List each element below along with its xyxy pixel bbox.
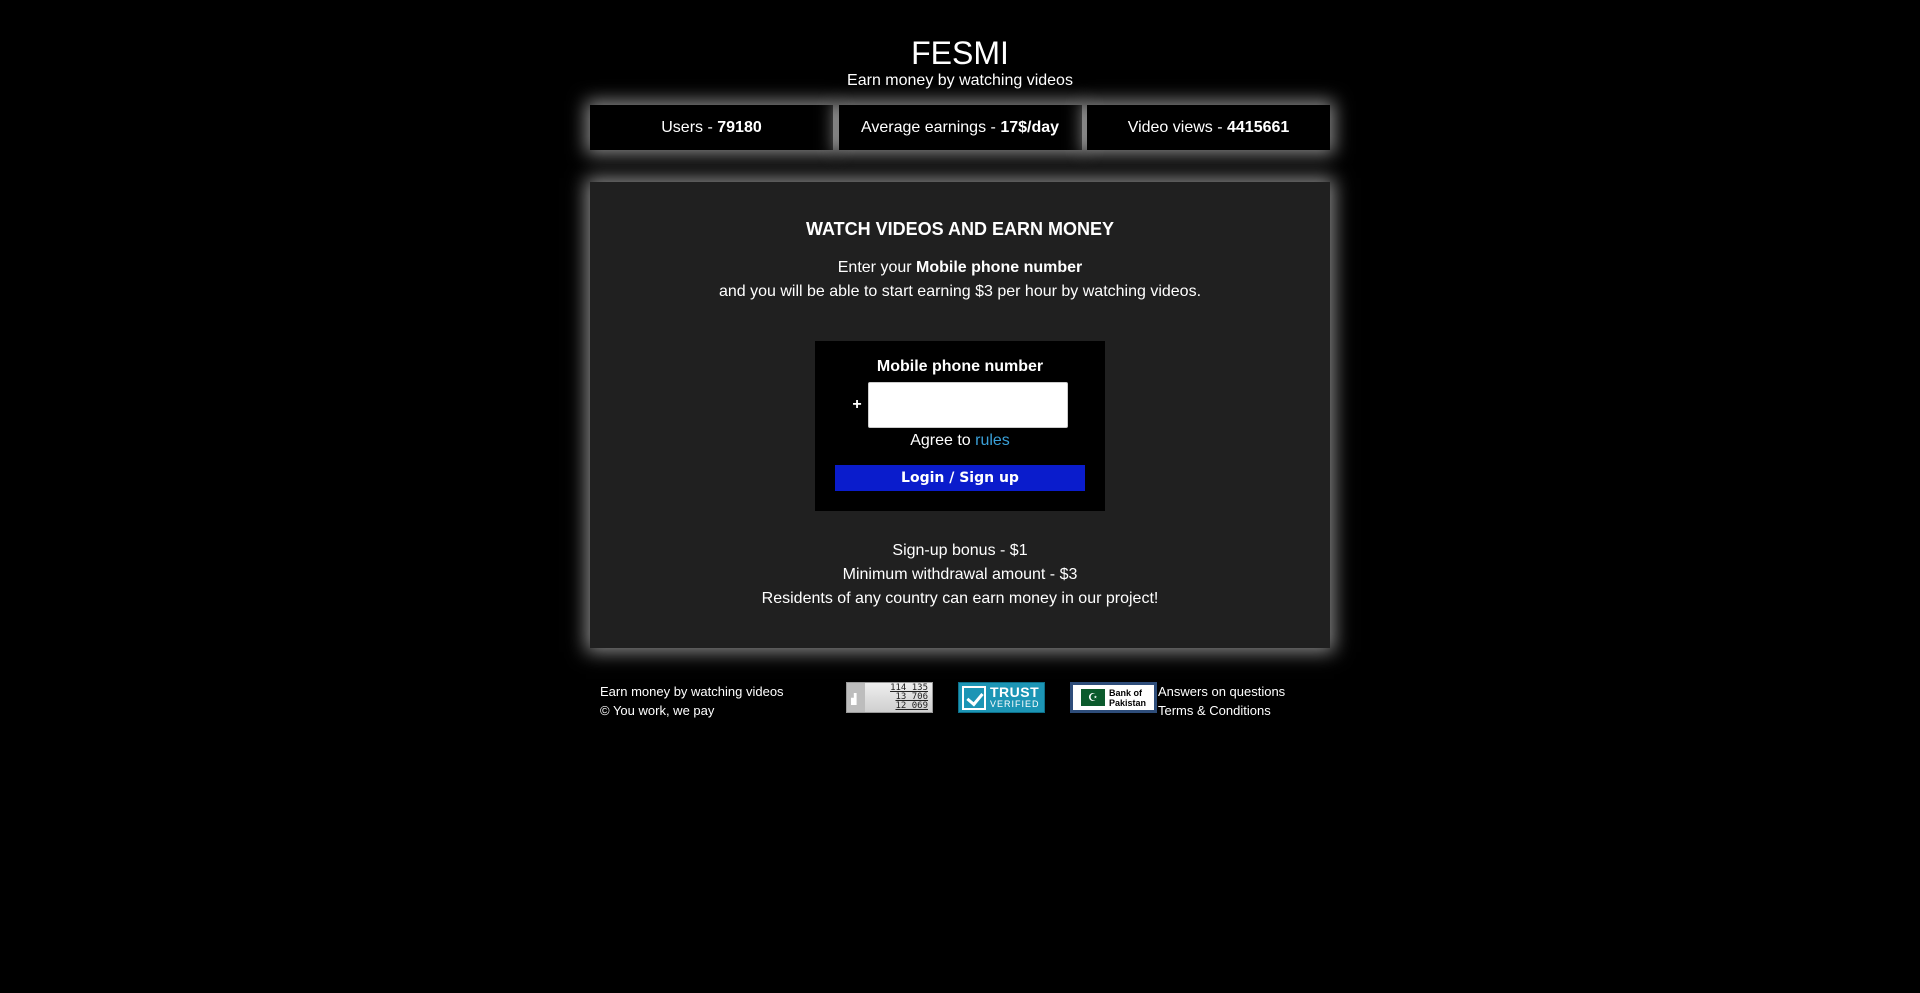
stat-views-label: Video views - <box>1127 118 1223 136</box>
stat-views-value: 4415661 <box>1227 118 1290 136</box>
stat-average-earnings: Average earnings - 17$/day <box>838 105 1082 150</box>
minimum-withdrawal: Minimum withdrawal amount - $3 <box>842 566 1078 583</box>
login-signup-button[interactable]: Login / Sign up <box>835 465 1085 491</box>
trust-sub: VERIFIED <box>990 698 1040 709</box>
bank-name: Bank of Pakistan <box>1109 688 1146 708</box>
counter-value: 12 069 <box>895 701 928 711</box>
footer-copyright: © You work, we pay <box>600 703 715 718</box>
pakistan-flag-icon: ☪ <box>1080 689 1105 706</box>
panel-heading: WATCH VIDEOS AND EARN MONEY <box>805 219 1114 239</box>
footer-tagline: Earn money by watching videos <box>600 684 784 699</box>
plus-sign: + <box>852 396 862 413</box>
bar-chart-icon <box>847 683 865 712</box>
stats-bar: Users - 79180 Average earnings - 17$/day… <box>590 105 1330 150</box>
agree-line: Agree to rules <box>835 431 1085 451</box>
phone-input[interactable] <box>867 382 1068 428</box>
stat-earnings-label: Average earnings - <box>860 118 996 136</box>
bank-of-pakistan-badge[interactable]: ☪ Bank of Pakistan <box>1070 682 1157 713</box>
trust-title: TRUST <box>990 683 1040 700</box>
footer-links: Answers on questions Terms & Conditions <box>1158 682 1285 720</box>
footer-badges: 114 135 13 706 12 069 TRUST VERIFIED ☪ B… <box>846 682 1158 713</box>
stat-earnings-value: 17$/day <box>1000 118 1060 136</box>
intro-line-1: Enter your Mobile phone number <box>590 256 1330 280</box>
bank-line-1: Bank of <box>1108 687 1142 698</box>
info-lines: Sign-up bonus - $1 Minimum withdrawal am… <box>590 539 1330 611</box>
visit-counter-badge[interactable]: 114 135 13 706 12 069 <box>846 682 933 713</box>
trust-verified-badge[interactable]: TRUST VERIFIED <box>958 682 1045 713</box>
stat-users-label: Users - <box>661 118 713 136</box>
stat-video-views: Video views - 4415661 <box>1087 105 1330 150</box>
site-footer: Earn money by watching videos © You work… <box>590 682 1330 720</box>
residents-note: Residents of any country can earn money … <box>761 590 1159 607</box>
terms-link[interactable]: Terms & Conditions <box>1158 701 1285 720</box>
site-header: FESMI Earn money by watching videos <box>590 0 1330 90</box>
checkmark-icon <box>962 685 986 710</box>
bank-line-2: Pakistan <box>1108 697 1147 708</box>
signup-bonus: Sign-up bonus - $1 <box>892 542 1028 559</box>
page-wrapper: FESMI Earn money by watching videos User… <box>590 0 1330 720</box>
site-title: FESMI <box>911 35 1009 71</box>
main-panel: WATCH VIDEOS AND EARN MONEY Enter your M… <box>590 182 1330 648</box>
stat-users: Users - 79180 <box>590 105 833 150</box>
answers-link[interactable]: Answers on questions <box>1158 682 1285 701</box>
site-tagline: Earn money by watching videos <box>847 72 1073 89</box>
agree-prefix: Agree to <box>910 432 976 449</box>
counter-values: 114 135 13 706 12 069 <box>865 684 932 711</box>
intro-line-2: and you will be able to start earning $3… <box>718 283 1202 300</box>
signup-form: Mobile phone number + Agree to rules Log… <box>815 341 1105 511</box>
rules-link[interactable]: rules <box>975 432 1010 449</box>
stat-users-value: 79180 <box>717 118 762 136</box>
phone-row: + <box>835 382 1085 428</box>
intro-prefix: Enter your <box>837 259 917 276</box>
footer-left: Earn money by watching videos © You work… <box>600 682 846 720</box>
intro-bold: Mobile phone number <box>916 259 1083 276</box>
trust-text: TRUST VERIFIED <box>990 683 1040 710</box>
phone-label: Mobile phone number <box>876 358 1044 375</box>
